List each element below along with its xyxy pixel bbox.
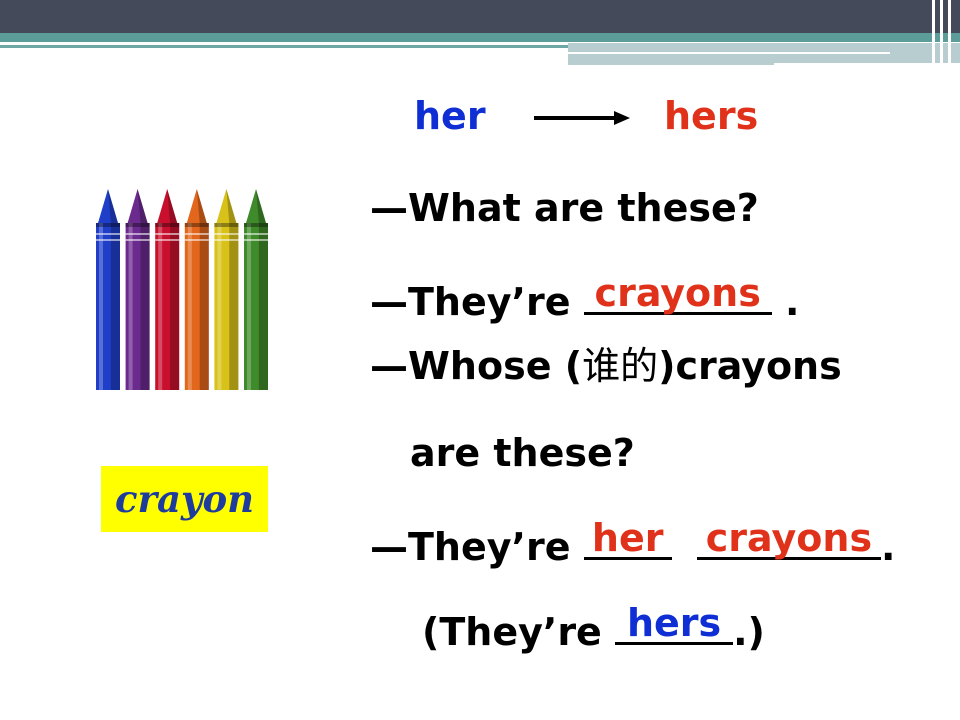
arrow-right-icon [534, 111, 630, 125]
answer-2-suffix: . [880, 525, 896, 569]
answer-3: (They’re hers.) [422, 601, 765, 654]
header-decor-line [568, 52, 890, 54]
question-2-text: —Whose ( [370, 344, 583, 388]
answer-3-suffix: .) [733, 610, 765, 654]
crayon [214, 189, 239, 390]
crayon [184, 189, 209, 390]
crayon [244, 189, 268, 390]
question-2-line2: are these? [410, 431, 635, 475]
question-2-text: )crayons [658, 344, 842, 388]
answer-2-fill-2: crayons [705, 516, 873, 560]
header-stripe [940, 0, 943, 64]
header-decor-box [568, 43, 960, 65]
answer-1-suffix: . [784, 280, 800, 324]
answer-2-fill-1: her [591, 516, 664, 560]
header-accent-bar [0, 33, 960, 42]
answer-2-prefix: —They’re [370, 525, 571, 569]
header-accent-line [0, 45, 570, 48]
question-1: —What are these? [370, 186, 759, 230]
answer-1-fill: crayons [594, 271, 761, 315]
answer-2: —They’re her crayons. [370, 516, 896, 569]
vocab-label: crayon [114, 477, 255, 521]
header-bar [0, 0, 960, 33]
crayon [155, 189, 180, 390]
answer-1-prefix: —They’re [370, 280, 571, 324]
word-hers: hers [664, 94, 759, 138]
header-stripe [948, 0, 951, 64]
answer-3-fill: hers [626, 601, 722, 645]
answer-2-blank-1: her [583, 516, 672, 560]
answer-3-prefix: (They’re [422, 610, 602, 654]
answer-3-blank: hers [615, 601, 734, 645]
crayons-illustration [96, 189, 268, 390]
header-stripe [932, 0, 935, 64]
crayon [125, 189, 150, 390]
answer-2-blank-2: crayons [696, 516, 881, 560]
question-2-chinese: 谁的 [582, 344, 659, 388]
question-2-line1: —Whose (谁的)crayons [370, 344, 842, 388]
vocab-label-box: crayon [101, 466, 268, 532]
answer-1: —They’re crayons . [370, 271, 800, 324]
answer-1-blank: crayons [583, 271, 772, 315]
word-her: her [414, 94, 486, 138]
crayon [96, 189, 120, 390]
